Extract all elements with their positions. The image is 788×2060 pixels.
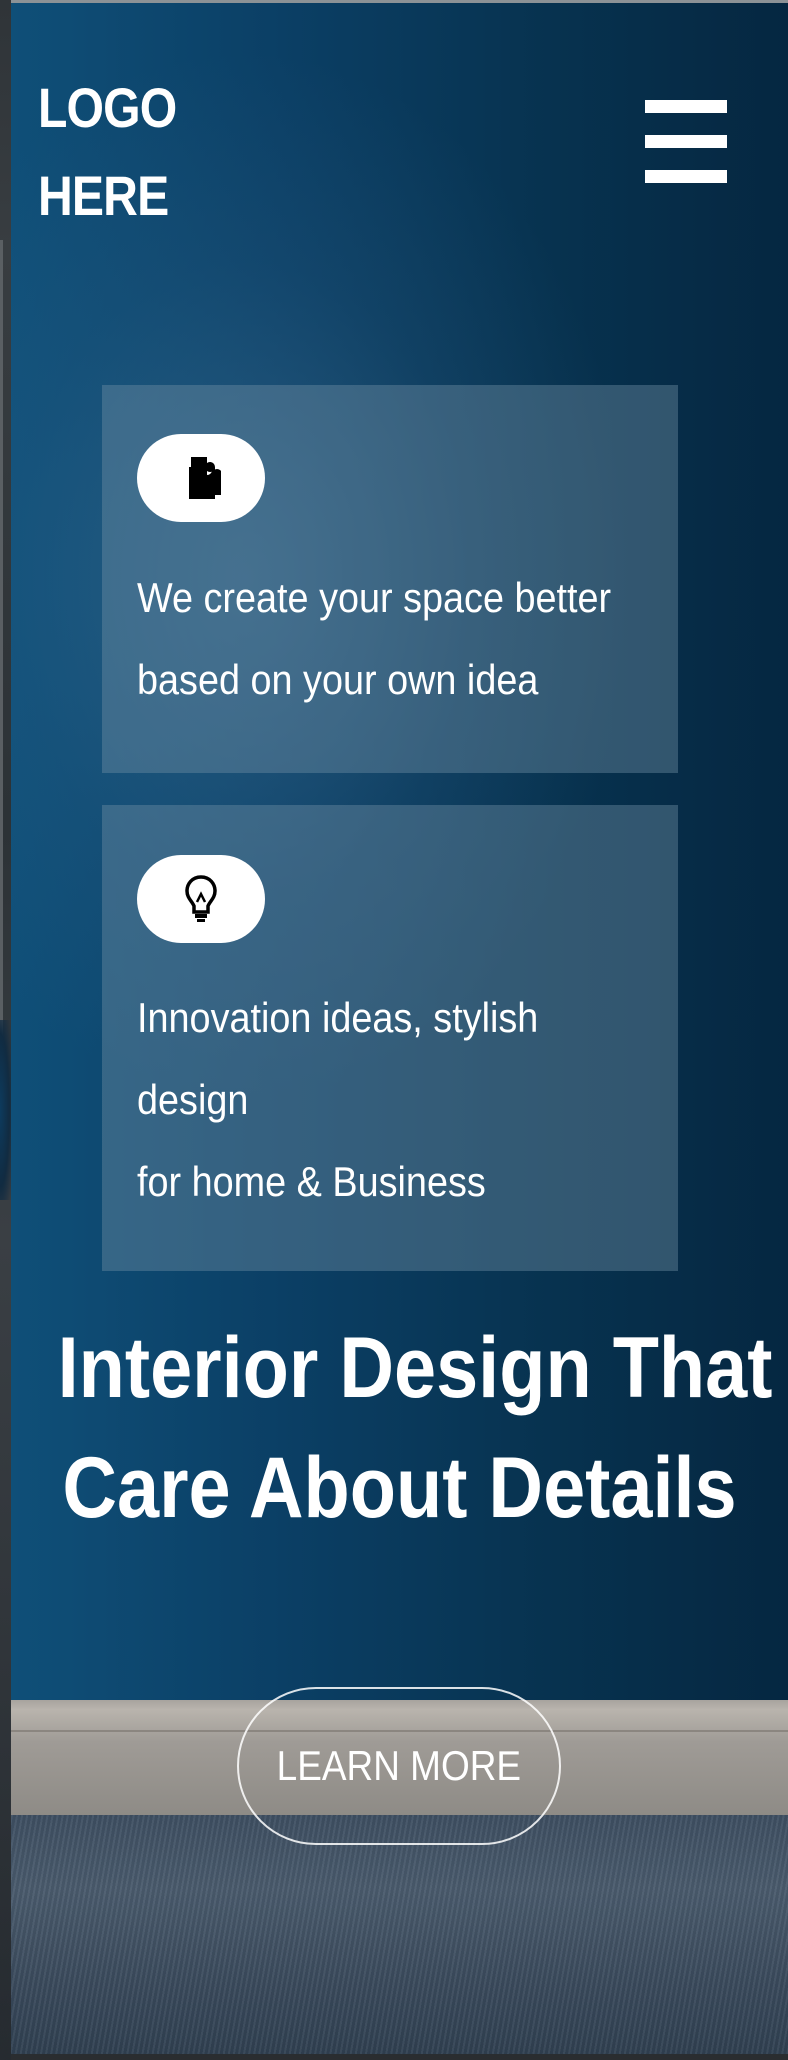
menu-bar bbox=[645, 135, 727, 148]
lightbulb-icon bbox=[185, 875, 217, 922]
feature-icon-badge bbox=[137, 855, 265, 943]
feature-card-custom-space: We create your space better based on you… bbox=[102, 385, 678, 773]
feature-line: based on your own idea bbox=[137, 656, 539, 703]
feature-line: We create your space better bbox=[137, 574, 612, 621]
logo-line-2: HERE bbox=[38, 164, 169, 227]
headline-line-2: Care About Details bbox=[62, 1440, 737, 1536]
learn-more-button[interactable]: LEARN MORE bbox=[237, 1687, 561, 1845]
feature-line: for home & Business bbox=[137, 1158, 486, 1205]
left-edge-strip bbox=[0, 0, 11, 2060]
logo-line-1: LOGO bbox=[38, 76, 177, 139]
feature-description: We create your space better based on you… bbox=[137, 557, 611, 721]
feature-line: Innovation ideas, stylish bbox=[137, 994, 539, 1041]
top-border bbox=[11, 0, 788, 3]
feature-description: Innovation ideas, stylish design for hom… bbox=[137, 977, 538, 1223]
feature-card-innovation: Innovation ideas, stylish design for hom… bbox=[102, 805, 678, 1271]
feature-line: design bbox=[137, 1076, 249, 1123]
learn-more-label: LEARN MORE bbox=[276, 1742, 522, 1789]
puzzle-piece-icon bbox=[189, 457, 221, 499]
headline-line-1: Interior Design That bbox=[57, 1320, 773, 1416]
menu-bar bbox=[645, 100, 727, 113]
bottom-border bbox=[11, 2054, 788, 2060]
scrollbar[interactable] bbox=[0, 240, 3, 1060]
site-logo[interactable]: LOGO HERE bbox=[38, 64, 177, 240]
floor-rug bbox=[11, 1815, 788, 2060]
hamburger-menu-icon[interactable] bbox=[645, 100, 727, 184]
feature-icon-badge bbox=[137, 434, 265, 522]
hero-headline: Interior Design That Care About Details bbox=[11, 1308, 788, 1548]
edge-decoration bbox=[0, 1020, 11, 1200]
menu-bar bbox=[645, 170, 727, 183]
